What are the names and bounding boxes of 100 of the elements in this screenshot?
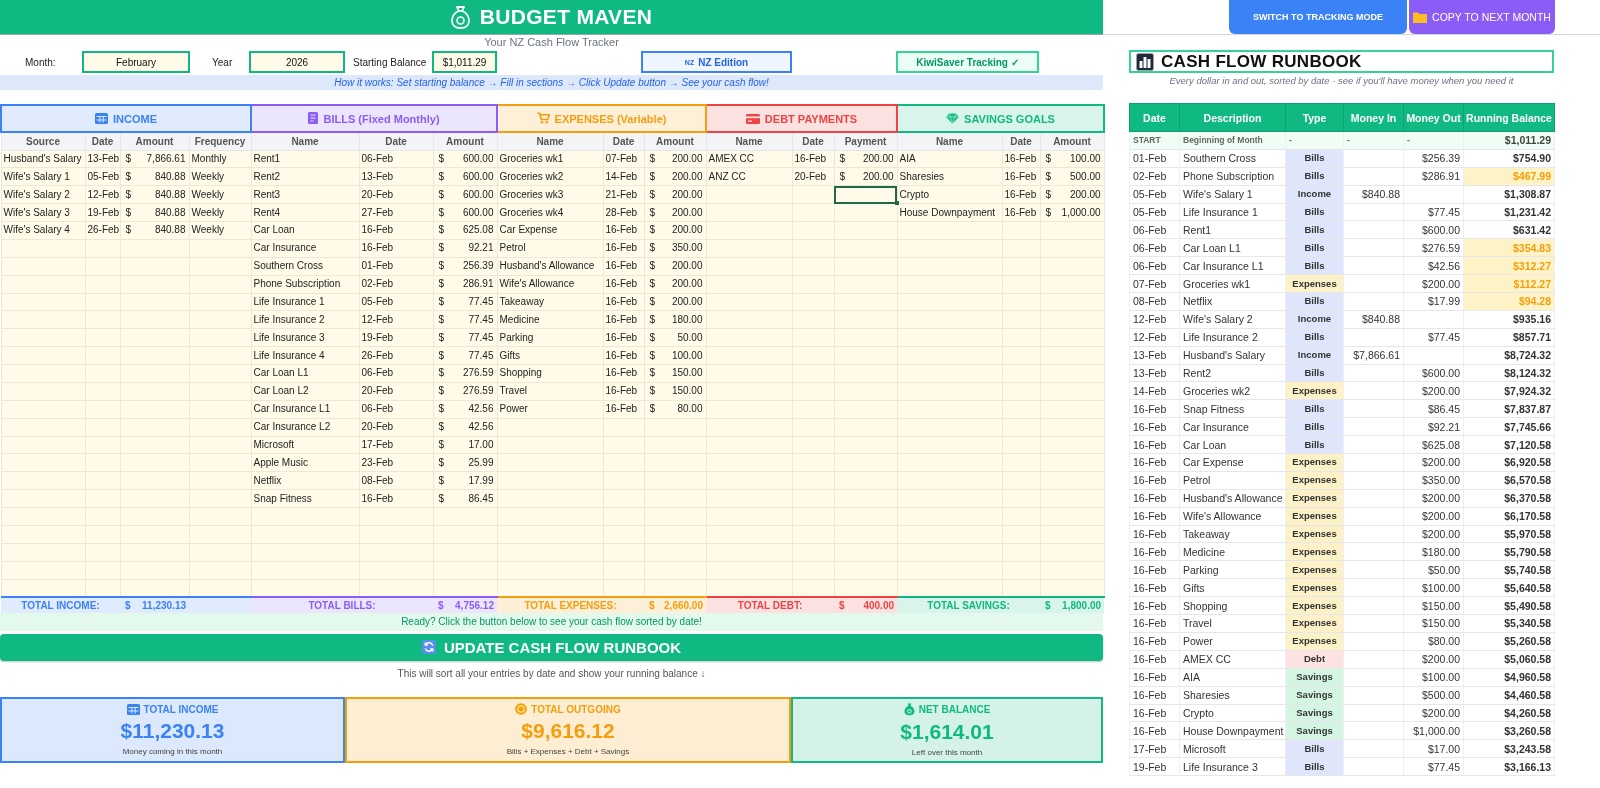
money-out-cell: $150.00 (1403, 596, 1464, 615)
starting-balance-field[interactable]: $1,011.29 (432, 51, 497, 73)
balance-cell: $6,170.58 (1463, 507, 1555, 526)
currency-symbol: $ (437, 474, 445, 487)
receipt-icon (308, 112, 319, 124)
total-label: TOTAL SAVINGS: (897, 596, 1040, 613)
description-cell: Sharesies (1179, 686, 1286, 704)
description-cell: Crypto (1179, 704, 1286, 722)
amount-value: 200.00 (671, 278, 703, 290)
currency-symbol: $ (437, 260, 445, 273)
month-field[interactable]: February (82, 51, 190, 73)
date-cell: 16-Feb (1129, 489, 1180, 508)
date-cell: 16-Feb (1129, 686, 1180, 704)
column-header: Money In (1343, 103, 1404, 132)
date-cell: 02-Feb (1129, 167, 1180, 186)
card-caption: Left over this month (911, 747, 983, 757)
description-cell: Car Loan (1179, 435, 1286, 454)
description-cell: Shopping (1179, 596, 1286, 615)
money-out-cell: $180.00 (1403, 543, 1464, 561)
description-cell: House Downpayment (1179, 721, 1286, 740)
year-field[interactable]: 2026 (249, 51, 345, 73)
amount-value: 256.39 (462, 260, 494, 272)
amount-value: 286.91 (462, 278, 494, 290)
money-out-cell: $17.00 (1403, 739, 1464, 758)
app-subtitle: Your NZ Cash Flow Tracker (483, 35, 620, 50)
date-cell: 16-Feb (1129, 417, 1180, 436)
switch-mode-button[interactable]: SWITCH TO TRACKING MODE (1229, 0, 1407, 34)
runbook-title: CASH FLOW RUNBOOK (1161, 51, 1362, 72)
balance-cell: $5,640.58 (1463, 578, 1555, 597)
amount-value: 200.00 (671, 188, 703, 200)
date-cell: 16-Feb (1129, 471, 1180, 490)
currency-symbol: $ (648, 152, 656, 165)
card-value: $11,230.13 (120, 717, 225, 744)
balance-cell: $5,740.58 (1463, 560, 1555, 579)
description-cell: Phone Subscription (1179, 167, 1286, 186)
coin-icon (515, 703, 528, 716)
date-cell: 06-Feb (1129, 238, 1180, 257)
balance-cell: $857.71 (1463, 328, 1555, 347)
date-cell: 13-Feb (1129, 364, 1180, 382)
description-cell: Gifts (1179, 578, 1286, 597)
balance-cell: $5,790.58 (1463, 543, 1555, 561)
amount-value: 500.00 (1069, 170, 1101, 182)
date-cell: 16-Feb (1129, 721, 1180, 740)
money-bag-icon (903, 702, 915, 716)
card-value: $9,616.12 (521, 718, 615, 745)
description-cell: Netflix (1179, 292, 1286, 311)
card-title: TOTAL INCOME (143, 703, 219, 715)
money-out-cell: $200.00 (1403, 274, 1464, 293)
kiwisaver-banner: KiwiSaver Tracking ✓ (896, 51, 1039, 73)
date-cell: 16-Feb (1129, 704, 1180, 722)
currency-symbol: $ (1044, 188, 1052, 201)
amount-value: 600.00 (462, 152, 494, 164)
money-out-cell: $286.91 (1403, 167, 1464, 186)
amount-value: 92.21 (468, 242, 494, 254)
amount-value: 80.00 (677, 403, 703, 415)
money-out-cell: $200.00 (1403, 525, 1464, 543)
currency-symbol: $ (437, 242, 445, 255)
currency-symbol: $ (124, 599, 131, 611)
amount-value: 150.00 (671, 367, 703, 379)
money-out-cell: $600.00 (1403, 364, 1464, 382)
copy-month-button[interactable]: COPY TO NEXT MONTH (1409, 0, 1555, 34)
amount-value: 600.00 (462, 170, 494, 182)
column-header: Running Balance (1463, 103, 1555, 132)
card-caption: Money coming in this month (122, 746, 223, 756)
description-cell: Microsoft (1179, 739, 1286, 758)
balance-cell: $935.16 (1463, 310, 1555, 329)
money-in-cell: $7,866.61 (1343, 346, 1404, 365)
balance-cell: $3,243.58 (1463, 739, 1555, 758)
currency-symbol: $ (648, 331, 656, 344)
amount-value: 7,866.61 (146, 152, 186, 164)
total-label: TOTAL INCOME: (1, 596, 120, 613)
total-amount: 1,800.00 (1062, 599, 1102, 611)
currency-symbol: $ (648, 260, 656, 273)
currency-symbol: $ (437, 438, 445, 451)
money-out-cell: $17.99 (1403, 292, 1464, 311)
money-out-cell: $200.00 (1403, 489, 1464, 508)
month-label: Month: (25, 56, 57, 68)
money-out-cell: $77.45 (1403, 328, 1464, 347)
currency-symbol: $ (838, 152, 846, 165)
section-title: INCOME (113, 112, 157, 125)
money-out-cell: $625.08 (1403, 435, 1464, 454)
card-title: TOTAL OUTGOING (531, 703, 621, 715)
currency-symbol: $ (437, 313, 445, 326)
description-cell: Groceries wk2 (1179, 381, 1286, 400)
description-cell: Car Insurance (1179, 417, 1286, 436)
date-cell: 16-Feb (1129, 543, 1180, 561)
money-out-cell: $200.00 (1403, 507, 1464, 526)
currency-symbol: $ (838, 599, 845, 611)
column-header: Type (1285, 103, 1344, 132)
currency-symbol: $ (124, 188, 132, 201)
currency-symbol: $ (648, 278, 656, 291)
date-cell: 13-Feb (1129, 346, 1180, 365)
balance-cell: $8,124.32 (1463, 364, 1555, 382)
amount-value: 600.00 (462, 206, 494, 218)
description-cell: Petrol (1179, 471, 1286, 490)
date-cell: 16-Feb (1129, 614, 1180, 633)
date-cell: 12-Feb (1129, 310, 1180, 329)
amount-value: 100.00 (1069, 152, 1101, 164)
description-cell: Car Loan L1 (1179, 238, 1286, 257)
date-cell: 16-Feb (1129, 507, 1180, 526)
